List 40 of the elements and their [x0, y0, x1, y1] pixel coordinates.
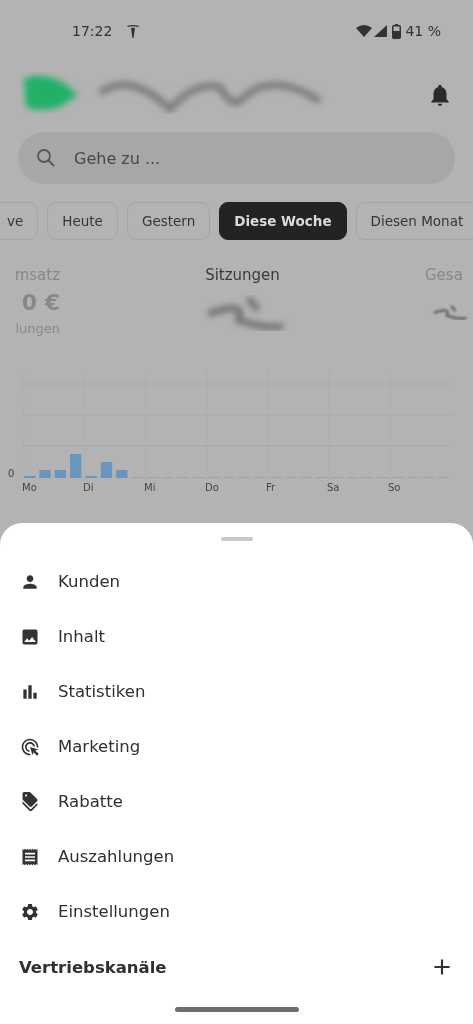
search-field[interactable]: Gehe zu ...: [18, 132, 455, 184]
axis-day-label: So: [388, 482, 402, 493]
axis-day-label: Mi: [144, 482, 157, 493]
battery-percentage: 41 %: [405, 23, 441, 39]
chart-bar: [100, 462, 113, 478]
menu-item[interactable]: Auszahlungen: [0, 829, 473, 884]
settings-icon: [20, 901, 40, 922]
receipt-icon: [20, 846, 40, 867]
axis-tick-label: 0: [8, 468, 16, 480]
chart-bar: [70, 454, 82, 478]
menu-item[interactable]: Statistiken: [0, 664, 473, 719]
section-title: Vertriebskanäle: [19, 957, 167, 977]
chart-bar: [54, 470, 67, 478]
axis-day-label: Sa: [327, 482, 341, 493]
battery-icon: [392, 23, 402, 39]
chart-bar: [116, 470, 128, 478]
search-placeholder: Gehe zu ...: [74, 148, 161, 168]
axis-day-label: Di: [83, 482, 95, 493]
t-logo-icon: [126, 23, 141, 39]
cursor-click-icon: [20, 736, 40, 757]
period-chip[interactable]: Heute: [47, 202, 118, 240]
wifi-icon: [356, 25, 373, 37]
signal-icon: [374, 25, 388, 37]
menu-item[interactable]: Kunden: [0, 554, 473, 609]
period-chip[interactable]: Diesen Monat: [355, 202, 473, 240]
axis-day-label: Mo: [22, 482, 38, 493]
menu-item[interactable]: Einstellungen: [0, 884, 473, 939]
axis-day-label: Do: [205, 482, 220, 493]
menu-item[interactable]: Marketing: [0, 719, 473, 774]
search-icon: [36, 148, 56, 168]
clock-time: 17:22: [72, 23, 113, 39]
axis-day-label: Fr: [266, 482, 277, 493]
stat-label: Sitzungen: [205, 266, 280, 284]
menu-item[interactable]: Rabatte: [0, 774, 473, 829]
period-chip[interactable]: Diese Woche: [219, 202, 347, 240]
drag-handle[interactable]: [220, 537, 253, 541]
period-chip[interactable]: Gestern: [126, 202, 211, 240]
chart-bar: [39, 470, 51, 478]
menu-item[interactable]: Inhalt: [0, 609, 473, 664]
period-chip[interactable]: ve: [0, 202, 39, 240]
